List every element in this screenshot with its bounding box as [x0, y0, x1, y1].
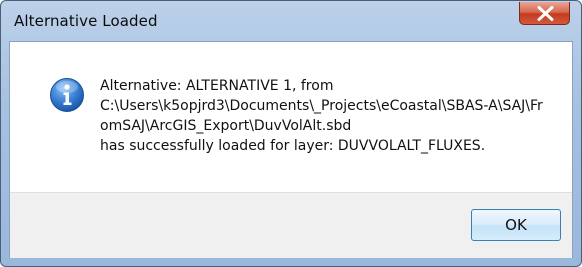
message-line: omSAJ\ArcGIS_Export\DuvVolAlt.sbd [100, 118, 352, 134]
info-icon [50, 78, 84, 112]
alternative-loaded-dialog: Alternative Loaded Alternative: ALTERNAT… [0, 0, 582, 267]
ok-button[interactable]: OK [471, 209, 561, 241]
message-line: C:\Users\k5opjrd3\Documents\_Projects\eC… [100, 98, 543, 114]
title-bar[interactable]: Alternative Loaded [1, 1, 581, 41]
message-area: Alternative: ALTERNATIVE 1, from C:\User… [10, 42, 572, 192]
close-button[interactable] [519, 2, 570, 25]
button-bar: OK [10, 192, 572, 258]
close-icon [537, 6, 554, 21]
dialog-body: Alternative: ALTERNATIVE 1, from C:\User… [9, 41, 573, 258]
message-text: Alternative: ALTERNATIVE 1, from C:\User… [100, 76, 560, 156]
message-line: Alternative: ALTERNATIVE 1, from [100, 78, 334, 94]
message-line: has successfully loaded for layer: DUVVO… [100, 138, 486, 154]
window-title: Alternative Loaded [14, 12, 158, 30]
